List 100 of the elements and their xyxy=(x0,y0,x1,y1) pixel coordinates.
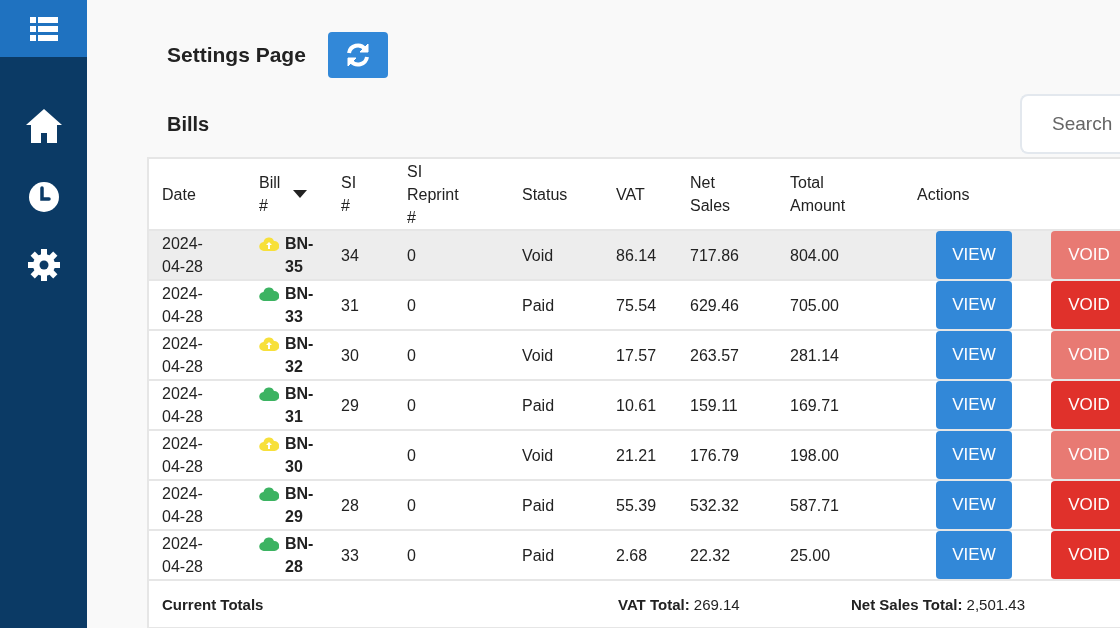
table-cell-text: Paid xyxy=(521,495,556,516)
vat-total: VAT Total: 269.14 xyxy=(617,595,741,613)
table-row[interactable]: 2024-04-28 BN-31 29 0 Paid 10.61 159.11 169.71 VIEW VOID xyxy=(149,381,1120,431)
page-title: Settings Page xyxy=(167,43,306,67)
view-button[interactable]: VIEW xyxy=(936,231,1012,279)
table-row[interactable]: 2024-04-28 BN-33 31 0 Paid 75.54 629.46 705.00 VIEW VOID xyxy=(149,281,1120,331)
table-cell-text: 0 xyxy=(406,445,417,466)
net-sales-total: Net Sales Total: 2,501.43 xyxy=(850,595,1025,613)
home-icon[interactable] xyxy=(24,107,63,145)
clock-icon[interactable] xyxy=(27,181,60,213)
table-cell-text: 2024-04-28 xyxy=(161,484,204,527)
cloud-icon xyxy=(259,536,279,552)
refresh-button[interactable] xyxy=(327,32,388,78)
void-button[interactable]: VOID xyxy=(1051,481,1120,529)
table-cell-text: 29 xyxy=(340,395,360,416)
table-cell-text: 629.46 xyxy=(689,295,740,316)
column-header: VAT xyxy=(616,184,646,205)
cloud-icon xyxy=(259,386,279,402)
cloud-upload-icon xyxy=(259,436,279,452)
table-cell-text: BN-35 xyxy=(285,234,315,277)
view-button[interactable]: VIEW xyxy=(936,331,1012,379)
view-button[interactable]: VIEW xyxy=(936,531,1012,579)
table-cell-text: 169.71 xyxy=(789,395,840,416)
table-cell-text: 0 xyxy=(406,245,417,266)
table-cell-text: 0 xyxy=(406,545,417,566)
table-cell-text: BN-30 xyxy=(285,434,315,477)
table-row[interactable]: 2024-04-28 BN-30 0 Void 21.21 176.79 198.00 VIEW VOID xyxy=(149,431,1120,481)
void-button[interactable]: VOID xyxy=(1051,531,1120,579)
totals-label: Current Totals xyxy=(161,595,265,613)
view-button[interactable]: VIEW xyxy=(936,381,1012,429)
table-cell-text: Paid xyxy=(521,545,556,566)
table-cell-text: 34 xyxy=(340,245,360,266)
void-button[interactable]: VOID xyxy=(1051,281,1120,329)
table-cell-text: 55.39 xyxy=(615,495,658,516)
view-button[interactable]: VIEW xyxy=(936,281,1012,329)
view-button[interactable]: VIEW xyxy=(936,431,1012,479)
cloud-icon xyxy=(259,286,279,302)
table-row[interactable]: 2024-04-28 BN-29 28 0 Paid 55.39 532.32 587.71 VIEW VOID xyxy=(149,481,1120,531)
column-header: Status xyxy=(522,184,569,205)
search-field[interactable]: Search xyxy=(1020,94,1120,154)
column-header: Actions xyxy=(917,184,971,205)
table-cell-text: BN-32 xyxy=(285,334,315,377)
table-cell-text: 2024-04-28 xyxy=(161,334,204,377)
table-cell-text: BN-31 xyxy=(285,384,315,427)
table-row[interactable]: 2024-04-28 BN-28 33 0 Paid 2.68 22.32 25.00 VIEW VOID xyxy=(149,531,1120,581)
table-cell-text: 0 xyxy=(406,345,417,366)
table-cell-text: 587.71 xyxy=(789,495,840,516)
table-cell-text: 2024-04-28 xyxy=(161,434,204,477)
cloud-icon xyxy=(259,486,279,502)
column-header: Date xyxy=(162,184,197,205)
cloud-upload-icon xyxy=(259,236,279,252)
table-cell-text: 2024-04-28 xyxy=(161,534,204,577)
table-cell-text: 10.61 xyxy=(615,395,658,416)
table-cell-text: 2024-04-28 xyxy=(161,234,204,277)
table-cell-text: 0 xyxy=(406,495,417,516)
table-cell-text: Void xyxy=(521,445,555,466)
table-cell-text: 717.86 xyxy=(689,245,740,266)
table-cell-text: 804.00 xyxy=(789,245,840,266)
table-cell-text: Paid xyxy=(521,395,556,416)
table-cell-text: 2024-04-28 xyxy=(161,284,204,327)
table-cell-text: 22.32 xyxy=(689,545,732,566)
refresh-icon xyxy=(344,42,371,68)
table-cell-text: 2024-04-28 xyxy=(161,384,204,427)
table-cell-text: 86.14 xyxy=(615,245,658,266)
table-cell-text: Paid xyxy=(521,295,556,316)
view-button[interactable]: VIEW xyxy=(936,481,1012,529)
table-cell-text: 0 xyxy=(406,395,417,416)
table-cell-text: 2.68 xyxy=(615,545,649,566)
table-cell-text: 31 xyxy=(340,295,360,316)
table-cell-text: 28 xyxy=(340,495,360,516)
table-cell-text: BN-33 xyxy=(285,284,315,327)
table-cell-text: 176.79 xyxy=(689,445,740,466)
table-cell-text: BN-29 xyxy=(285,484,315,527)
column-header: Net Sales xyxy=(690,173,732,216)
column-header: SI Reprint # xyxy=(407,161,460,228)
table-cell-text: Void xyxy=(521,345,555,366)
table-cell-text: 75.54 xyxy=(615,295,658,316)
column-header: SI # xyxy=(341,173,358,216)
table-cell-text: 281.14 xyxy=(789,345,840,366)
list-icon[interactable] xyxy=(29,16,58,41)
cloud-upload-icon xyxy=(259,336,279,352)
column-header: Total Amount xyxy=(790,173,847,216)
table-cell-text: 25.00 xyxy=(789,545,832,566)
column-header[interactable]: Bill # xyxy=(259,171,289,217)
table-row[interactable]: 2024-04-28 BN-35 34 0 Void 86.14 717.86 804.00 VIEW VOID xyxy=(149,231,1120,281)
table-cell-text: 0 xyxy=(406,295,417,316)
table-cell-text: 532.32 xyxy=(689,495,740,516)
table-cell-text: 159.11 xyxy=(689,395,739,416)
table-cell-text: 30 xyxy=(340,345,360,366)
table-cell-text: 17.57 xyxy=(615,345,658,366)
table-cell-text: 705.00 xyxy=(789,295,840,316)
table-cell-text: 21.21 xyxy=(615,445,658,466)
void-button[interactable]: VOID xyxy=(1051,381,1120,429)
table-cell-text: BN-28 xyxy=(285,534,315,577)
section-title: Bills xyxy=(167,112,210,136)
table-cell-text: Void xyxy=(521,245,555,266)
table-cell-text: 33 xyxy=(340,545,360,566)
caret-icon[interactable] xyxy=(293,190,307,198)
table-row[interactable]: 2024-04-28 BN-32 30 0 Void 17.57 263.57 281.14 VIEW VOID xyxy=(149,331,1120,381)
settings-icon[interactable] xyxy=(27,249,60,281)
